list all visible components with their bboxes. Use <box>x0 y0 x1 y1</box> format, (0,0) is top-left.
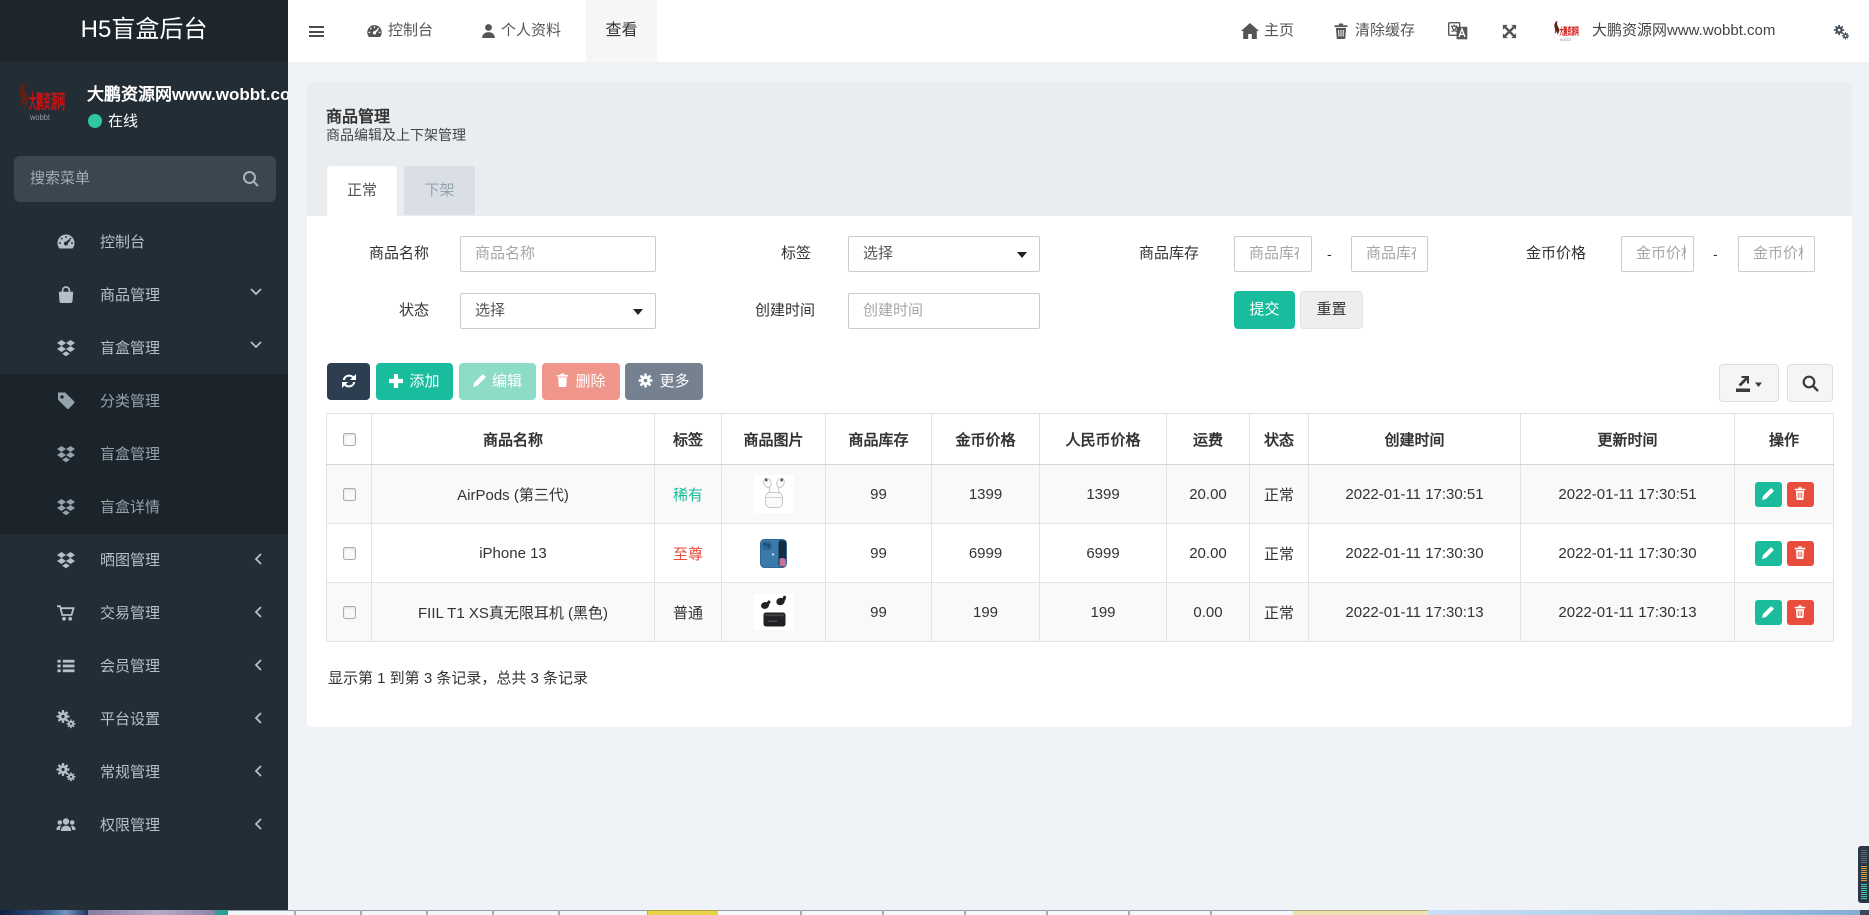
svg-text:大鹏资源网: 大鹏资源网 <box>29 90 65 113</box>
svg-text:wobbt: wobbt <box>1560 37 1572 42</box>
svg-text:大鹏资源网: 大鹏资源网 <box>1560 25 1579 38</box>
svg-text:wobbt: wobbt <box>29 113 51 122</box>
